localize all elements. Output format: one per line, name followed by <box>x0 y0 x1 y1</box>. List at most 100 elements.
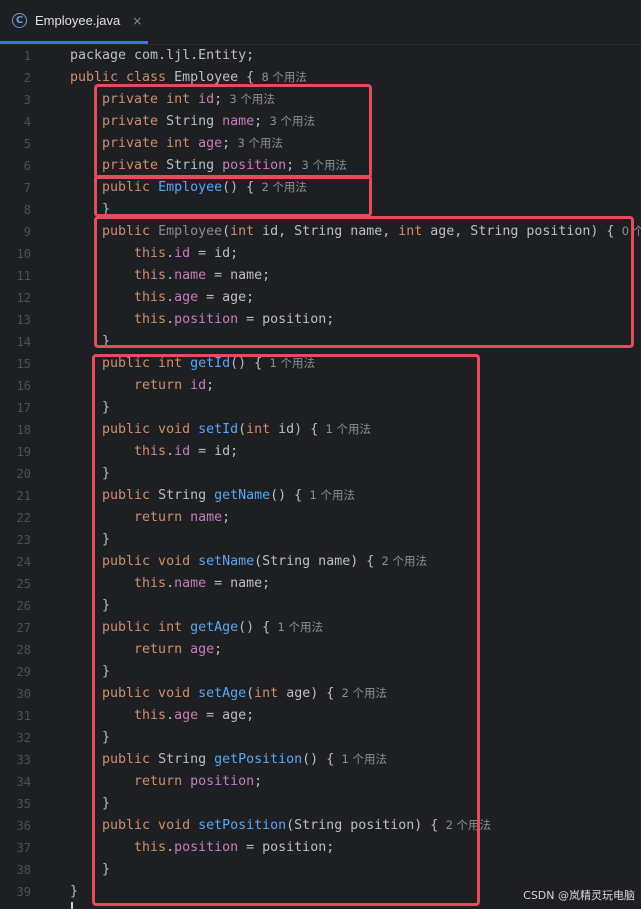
code-token: getId <box>190 356 231 371</box>
code-token: } <box>70 334 111 349</box>
code-token: } <box>70 202 111 217</box>
code-line[interactable]: 9 public Employee(int id, String name, i… <box>0 221 641 243</box>
code-line[interactable]: 33 public String getPosition() { 1 个用法 <box>0 749 641 771</box>
code-token: Employee { <box>174 70 255 85</box>
code-line[interactable]: 11 this.name = name; <box>0 265 641 287</box>
code-line[interactable]: 32 } <box>0 727 641 749</box>
line-number: 12 <box>16 291 31 305</box>
usage-hint[interactable]: 8 个用法 <box>254 70 307 84</box>
code-line[interactable]: 34 return position; <box>0 771 641 793</box>
code-token: int <box>398 224 431 239</box>
code-token: Employee <box>158 180 223 195</box>
code-token: id <box>190 378 207 393</box>
code-text: public String getName() { 1 个用法 <box>70 485 355 507</box>
usage-hint[interactable]: 3 个用法 <box>230 136 283 150</box>
code-line[interactable]: 5 private int age; 3 个用法 <box>0 133 641 155</box>
code-editor[interactable]: 1 package com.ljl.Entity; 2 public class Em… <box>0 44 641 909</box>
code-token: public <box>70 752 159 767</box>
code-text: public Employee() { 2 个用法 <box>70 177 307 199</box>
tab-employee-java[interactable]: C Employee.java × <box>0 0 148 44</box>
code-line[interactable]: 38 } <box>0 859 641 881</box>
usage-hint[interactable]: 1 个用法 <box>270 620 323 634</box>
code-token: = name; <box>206 576 271 591</box>
code-line[interactable]: 3 private int id; 3 个用法 <box>0 89 641 111</box>
line-number: 35 <box>16 797 31 811</box>
code-token: String <box>166 158 223 173</box>
code-line[interactable]: 13 this.position = position; <box>0 309 641 331</box>
code-line[interactable]: 15 public int getId() { 1 个用法 <box>0 353 641 375</box>
usage-hint[interactable]: 1 个用法 <box>262 356 315 370</box>
code-line[interactable]: 14 } <box>0 331 641 353</box>
class-icon: C <box>12 13 27 28</box>
code-line[interactable]: 35 } <box>0 793 641 815</box>
code-line[interactable]: 7 public Employee() { 2 个用法 <box>0 177 641 199</box>
code-text: this.position = position; <box>70 309 334 331</box>
usage-hint[interactable]: 2 个用法 <box>334 686 388 700</box>
line-number: 3 <box>23 93 31 107</box>
code-token: name <box>174 268 207 283</box>
usage-hint[interactable]: 3 个用法 <box>294 158 347 172</box>
code-line[interactable]: 29 } <box>0 661 641 683</box>
code-token: return <box>70 510 191 525</box>
usage-hint[interactable]: 1 个用法 <box>334 752 388 766</box>
editor-tab-bar: C Employee.java × <box>0 0 641 45</box>
code-token: this <box>70 246 167 261</box>
code-text: public int getId() { 1 个用法 <box>70 353 315 375</box>
code-token: position <box>174 840 239 855</box>
line-number: 1 <box>23 49 31 63</box>
line-number: 5 <box>23 137 31 151</box>
code-token: this <box>70 708 167 723</box>
code-token: setId <box>198 422 239 437</box>
code-line[interactable]: 26 } <box>0 595 641 617</box>
code-line[interactable]: 2 public class Employee { 8 个用法 <box>0 67 641 89</box>
code-token: id <box>198 92 215 107</box>
code-token: age <box>174 290 199 305</box>
code-line[interactable]: 28 return age; <box>0 639 641 661</box>
code-line[interactable]: 27 public int getAge() { 1 个用法 <box>0 617 641 639</box>
usage-hint[interactable]: 1 个用法 <box>318 422 372 436</box>
code-line[interactable]: 37 this.position = position; <box>0 837 641 859</box>
code-line[interactable]: 4 private String name; 3 个用法 <box>0 111 641 133</box>
code-line[interactable]: 24 public void setName(String name) { 2 … <box>0 551 641 573</box>
line-number: 7 <box>23 181 31 195</box>
code-line[interactable]: 20 } <box>0 463 641 485</box>
code-token: ( <box>246 686 255 701</box>
usage-hint[interactable]: 3 个用法 <box>262 114 315 128</box>
code-text: public int getAge() { 1 个用法 <box>70 617 323 639</box>
code-token: return <box>70 378 191 393</box>
code-line[interactable]: 8 } <box>0 199 641 221</box>
usage-hint[interactable]: 2 个用法 <box>438 818 492 832</box>
code-line[interactable]: 23 } <box>0 529 641 551</box>
code-line[interactable]: 31 this.age = age; <box>0 705 641 727</box>
code-line[interactable]: 10 this.id = id; <box>0 243 641 265</box>
code-line[interactable]: 6 private String position; 3 个用法 <box>0 155 641 177</box>
code-line[interactable]: 1 package com.ljl.Entity; <box>0 45 641 67</box>
line-number: 15 <box>16 357 31 371</box>
code-token: return <box>70 642 191 657</box>
code-line[interactable]: 36 public void setPosition(String positi… <box>0 815 641 837</box>
code-line[interactable]: 18 public void setId(int id) { 1 个用法 <box>0 419 641 441</box>
line-number: 21 <box>16 489 31 503</box>
code-line[interactable]: 19 this.id = id; <box>0 441 641 463</box>
code-line[interactable]: 25 this.name = name; <box>0 573 641 595</box>
code-token: } <box>70 466 111 481</box>
line-number: 10 <box>16 247 31 261</box>
code-line[interactable]: 21 public String getName() { 1 个用法 <box>0 485 641 507</box>
code-line[interactable]: 22 return name; <box>0 507 641 529</box>
code-token: . <box>166 840 175 855</box>
code-line[interactable]: 17 } <box>0 397 641 419</box>
usage-hint[interactable]: 0 个 <box>614 224 641 238</box>
code-token: position <box>190 774 255 789</box>
close-icon[interactable]: × <box>132 14 142 28</box>
text-caret <box>71 902 73 909</box>
line-number: 25 <box>16 577 31 591</box>
usage-hint[interactable]: 2 个用法 <box>374 554 428 568</box>
code-token: } <box>70 796 111 811</box>
code-line[interactable]: 16 return id; <box>0 375 641 397</box>
usage-hint[interactable]: 3 个用法 <box>222 92 275 106</box>
code-line[interactable]: 30 public void setAge(int age) { 2 个用法 <box>0 683 641 705</box>
usage-hint[interactable]: 1 个用法 <box>302 488 355 502</box>
code-token: name <box>190 510 223 525</box>
usage-hint[interactable]: 2 个用法 <box>254 180 307 194</box>
code-line[interactable]: 12 this.age = age; <box>0 287 641 309</box>
